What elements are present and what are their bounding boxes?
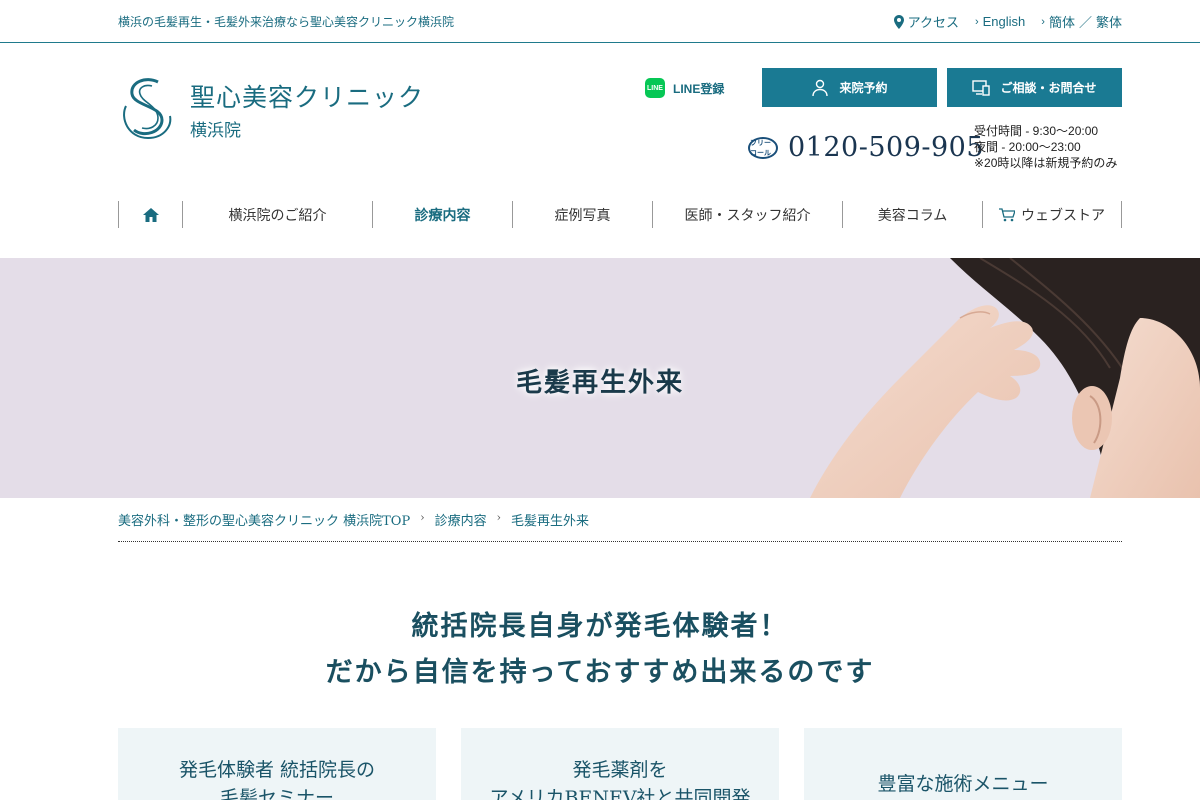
breadcrumb-home-link[interactable]: 美容外科・整形の聖心美容クリニック 横浜院TOP: [118, 510, 410, 529]
chevron-right-icon: ›: [496, 511, 502, 524]
logo-mark-icon: [123, 78, 172, 140]
section-headline: 統括院長自身が発毛体験者！ だから自信を持っておすすめ出来るのです: [0, 604, 1200, 696]
person-icon: [812, 79, 829, 96]
contact-label: ご相談・お問合せ: [1000, 81, 1097, 95]
card-line-2: アメリカBENEV社と共同開発: [489, 787, 751, 800]
nav-label: ウェブストア: [1021, 207, 1105, 224]
global-nav: 横浜院のご紹介 診療内容 症例写真 医師・スタッフ紹介 美容コラム ウェブストア: [118, 201, 1122, 228]
language-divider: ／: [1078, 15, 1092, 30]
english-label: English: [982, 14, 1026, 29]
chevron-right-icon: ›: [1041, 15, 1045, 28]
feature-card-seminar[interactable]: 発毛体験者 統括院長の 毛髪セミナー: [118, 728, 436, 800]
feature-card-benev[interactable]: 発毛薬剤を アメリカBENEV社と共同開発: [461, 728, 779, 800]
hero-banner: 毛髪再生外来: [0, 258, 1200, 498]
access-label: アクセス: [907, 15, 959, 30]
line-register-link[interactable]: LINE LINE登録: [645, 78, 724, 98]
reception-hours: 受付時間 - 9:30〜20:00 夜間 - 20:00〜23:00 ※20時以…: [974, 123, 1117, 171]
nav-item-treatments[interactable]: 診療内容: [372, 201, 512, 228]
home-icon: [142, 207, 159, 222]
card-line-1: 豊富な施術メニュー: [877, 773, 1049, 795]
english-link[interactable]: › English: [975, 12, 1025, 31]
nav-item-about[interactable]: 横浜院のご紹介: [182, 201, 372, 228]
nav-label: 診療内容: [414, 207, 471, 224]
phone-number: 0120-509-905: [788, 132, 985, 163]
card-line-1: 発毛体験者 統括院長の: [178, 759, 376, 781]
free-call-icon: フリーコール: [748, 136, 778, 159]
nav-label: 横浜院のご紹介: [228, 207, 327, 224]
breadcrumb-treatments-link[interactable]: 診療内容: [435, 510, 487, 529]
card-line-2: 毛髪セミナー: [219, 787, 334, 800]
contact-button[interactable]: ご相談・お問合せ: [947, 68, 1122, 107]
logo-text: 聖心美容クリニック 横浜院: [190, 78, 424, 141]
nav-item-staff[interactable]: 医師・スタッフ紹介: [652, 201, 842, 228]
reserve-label: 来院予約: [839, 81, 888, 95]
top-bar: 横浜の毛髪再生・毛髪外来治療なら聖心美容クリニック横浜院 アクセス › Engl…: [0, 0, 1200, 43]
phone-block[interactable]: フリーコール 0120-509-905: [748, 132, 984, 163]
reserve-button[interactable]: 来院予約: [762, 68, 937, 107]
clinic-logo[interactable]: 聖心美容クリニック 横浜院: [118, 76, 424, 142]
chevron-right-icon: ›: [974, 15, 979, 28]
access-link[interactable]: アクセス: [893, 12, 959, 31]
traditional-chinese-link[interactable]: 繁体: [1096, 12, 1122, 31]
clinic-branch: 横浜院: [190, 120, 241, 140]
nav-item-webstore[interactable]: ウェブストア: [982, 201, 1122, 228]
breadcrumb-current: 毛髪再生外来: [511, 514, 590, 529]
cart-icon: [999, 207, 1015, 221]
nav-home[interactable]: [118, 201, 182, 228]
hours-day: 受付時間 - 9:30〜20:00: [974, 124, 1099, 138]
breadcrumb: 美容外科・整形の聖心美容クリニック 横浜院TOP › 診療内容 › 毛髪再生外来: [118, 510, 1122, 542]
nav-label: 症例写真: [554, 207, 611, 224]
headline-line-2: だから自信を持っておすすめ出来るのです: [325, 657, 875, 688]
hours-night: 夜間 - 20:00〜23:00: [974, 140, 1081, 154]
card-line-1: 発毛薬剤を: [572, 759, 668, 781]
nav-item-cases[interactable]: 症例写真: [512, 201, 652, 228]
feature-card-menu[interactable]: 豊富な施術メニュー: [804, 728, 1122, 800]
nav-label: 医師・スタッフ紹介: [684, 207, 811, 224]
line-register-label: LINE登録: [673, 81, 725, 96]
page-title: 毛髪再生外来: [515, 368, 684, 398]
site-tagline: 横浜の毛髪再生・毛髪外来治療なら聖心美容クリニック横浜院: [118, 15, 455, 29]
nav-label: 美容コラム: [877, 207, 948, 224]
computer-icon: [972, 79, 991, 96]
headline-line-1: 統括院長自身が発毛体験者！: [411, 611, 789, 642]
chevron-right-icon: ›: [420, 511, 425, 524]
map-pin-icon: [893, 14, 904, 29]
clinic-name: 聖心美容クリニック: [190, 82, 425, 112]
simplified-chinese-link[interactable]: 簡体: [1049, 12, 1075, 31]
top-links: アクセス › English › 簡体 ／ 繁体: [893, 12, 1122, 31]
line-app-icon: LINE: [645, 78, 665, 98]
hours-note: ※20時以降は新規予約のみ: [974, 156, 1118, 170]
nav-item-column[interactable]: 美容コラム: [842, 201, 982, 228]
language-links: › 簡体 ／ 繁体: [1041, 12, 1122, 31]
